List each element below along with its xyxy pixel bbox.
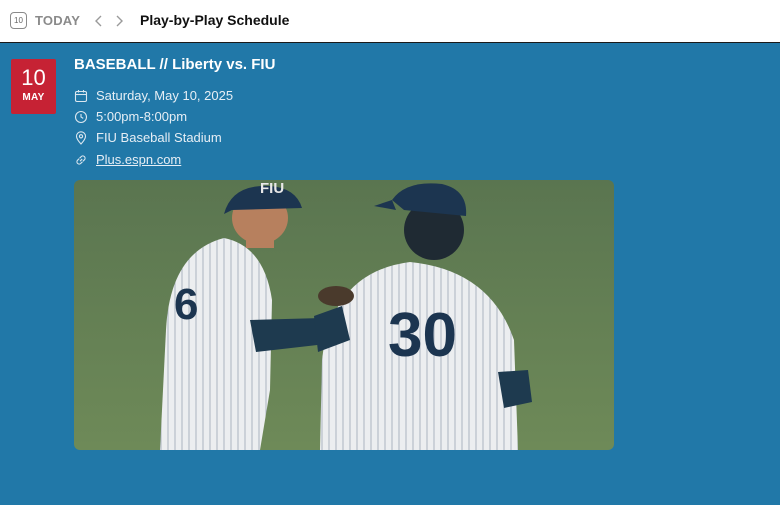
chevron-right-icon[interactable] <box>112 13 126 29</box>
baseball-players-photo <box>74 180 614 450</box>
calendar-icon <box>74 89 88 102</box>
event-location-row: FIU Baseball Stadium <box>74 130 222 145</box>
cap-logo-text: FIU <box>260 180 285 197</box>
event-title[interactable]: BASEBALL // Liberty vs. FIU <box>74 56 275 73</box>
today-button[interactable]: 10 TODAY <box>10 12 80 29</box>
event-photo: FIU 6 30 <box>74 180 614 450</box>
event-time-row: 5:00pm-8:00pm <box>74 109 187 124</box>
calendar-icon: 10 <box>10 12 27 29</box>
clock-icon <box>74 110 88 123</box>
link-icon <box>76 154 86 165</box>
event-panel: 10 MAY BASEBALL // Liberty vs. FIU Satur… <box>0 43 780 505</box>
today-label: TODAY <box>35 13 81 28</box>
event-time: 5:00pm-8:00pm <box>96 109 188 124</box>
event-location: FIU Baseball Stadium <box>96 130 222 145</box>
jersey-number-left: 6 <box>174 280 199 329</box>
jersey-number-right: 30 <box>388 301 457 370</box>
chevron-left-icon[interactable] <box>92 13 106 29</box>
event-date-row: Saturday, May 10, 2025 <box>74 88 233 103</box>
calendar-icon-day: 10 <box>14 16 23 25</box>
location-pin-icon <box>75 130 87 145</box>
event-link-row: Plus.espn.com <box>74 152 181 167</box>
event-stream-link[interactable]: Plus.espn.com <box>96 152 181 167</box>
top-toolbar: 10 TODAY Play-by-Play Schedule <box>0 0 780 43</box>
event-date: Saturday, May 10, 2025 <box>96 88 234 103</box>
date-badge: 10 MAY <box>11 59 56 114</box>
date-badge-month: MAY <box>22 92 45 103</box>
date-badge-day: 10 <box>21 65 46 90</box>
page-title: Play-by-Play Schedule <box>140 12 290 28</box>
